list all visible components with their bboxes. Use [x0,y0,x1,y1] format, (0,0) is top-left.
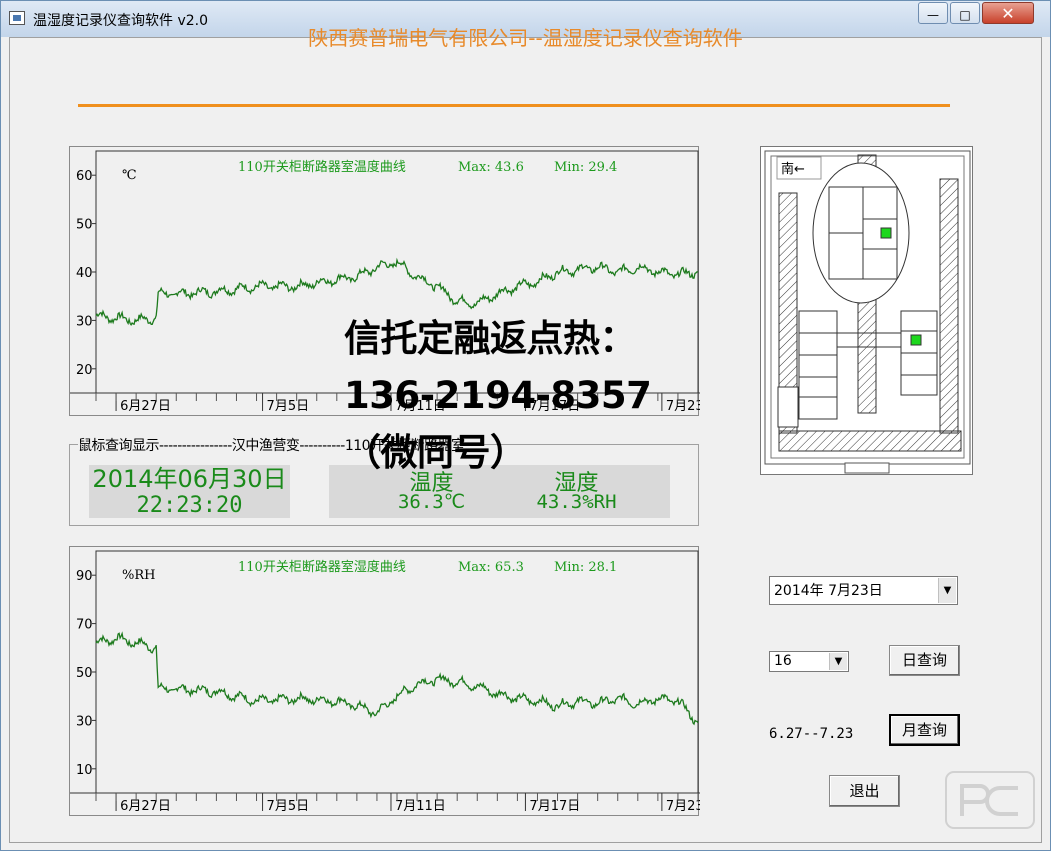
query-range-label: 6.27--7.23 [769,726,854,742]
minimize-button[interactable]: — [918,2,948,24]
maximize-button[interactable]: □ [950,2,980,24]
humidity-min-label: Min: 28.1 [554,560,617,575]
temperature-y-tick-label: 40 [76,266,93,281]
temperature-x-tick-label: 7月5日 [267,399,310,414]
maximize-icon: □ [959,8,971,22]
entrance [844,462,890,474]
time-readout: 22:23:20 [136,493,243,518]
temperature-y-tick-label: 30 [76,314,93,329]
temperature-min-label: Min: 29.4 [554,160,617,175]
humidity-x-tick-label: 7月5日 [267,799,310,814]
humidity-x-tick-label: 7月23日 [666,799,700,814]
floor-plan-drawing: 南← [764,150,971,474]
temperature-unit-label: ℃ [122,168,137,183]
humidity-chart-svg: 90 70 50 30 10 6月27日 7月5日 7月11日 7月17日 7月23日 %RH 110… [70,550,700,814]
temperature-title: 110开关柜断路器室温度曲线 [238,159,406,175]
humidity-unit-label: %RH [122,568,155,583]
temperature-y-tick-label: 20 [76,363,93,378]
cable-trench-right [939,178,959,434]
substation-floor-plan[interactable]: 南← [760,146,973,475]
humidity-max-label: Max: 65.3 [458,560,524,575]
humidity-y-tick-label: 50 [76,666,93,681]
temperature-x-tick-label: 6月27日 [120,399,171,414]
date-picker[interactable]: 2014年 7月23日 ▼ [769,576,958,605]
overlay-watermark-text: 信托定融返点热：136-2194-8357（微同号） [344,317,652,474]
pc-watermark-logo [944,768,1036,832]
hour-select[interactable]: 16 ▼ [769,651,849,672]
datetime-display: 2014年06月30日 22:23:20 [89,465,290,518]
humidity-y-tick-label: 70 [76,618,93,633]
date-picker-value: 2014年 7月23日 [774,583,883,599]
close-icon: ✕ [1001,4,1015,23]
minimize-icon: — [927,8,939,22]
humidity-plot-area [95,550,699,794]
humidity-chart[interactable]: 90 70 50 30 10 6月27日 7月5日 7月11日 7月17日 7月23日 %RH 110… [69,546,700,816]
humidity-y-tick-label: 10 [76,763,93,778]
temperature-y-tick-label: 50 [76,218,93,233]
humidity-x-tick-label: 7月17日 [529,799,580,814]
humidity-title: 110开关柜断路器室湿度曲线 [238,559,406,575]
temperature-readout: 36.3℃ [397,491,466,513]
humidity-readout: 43.3%RH [536,491,617,513]
switchgear-left [798,310,838,420]
day-query-button[interactable]: 日查询 [889,645,960,676]
exit-button[interactable]: 退出 [829,775,900,807]
month-query-button[interactable]: 月查询 [889,714,960,746]
sensor-marker-breaker[interactable] [910,334,922,346]
humidity-y-tick-label: 30 [76,714,93,729]
humidity-x-tick-label: 7月11日 [395,799,446,814]
close-button[interactable]: ✕ [982,2,1034,24]
cabinet-small [777,386,799,428]
page-title: 陕西赛普瑞电气有限公司--温湿度记录仪查询软件 [308,26,743,50]
south-label: 南← [781,161,805,177]
humidity-y-tick-label: 90 [76,569,93,584]
hour-select-value: 16 [774,653,792,669]
chevron-down-icon[interactable]: ▼ [829,653,847,670]
temperature-y-tick-label: 60 [76,169,93,184]
chevron-down-icon[interactable]: ▼ [938,578,956,603]
humidity-x-tick-label: 6月27日 [120,799,171,814]
temperature-max-label: Max: 43.6 [458,160,524,175]
heading-divider [78,104,950,107]
cable-trench-bottom [778,430,962,452]
date-readout: 2014年06月30日 [92,465,287,493]
sensor-marker-transformer[interactable] [880,227,892,239]
